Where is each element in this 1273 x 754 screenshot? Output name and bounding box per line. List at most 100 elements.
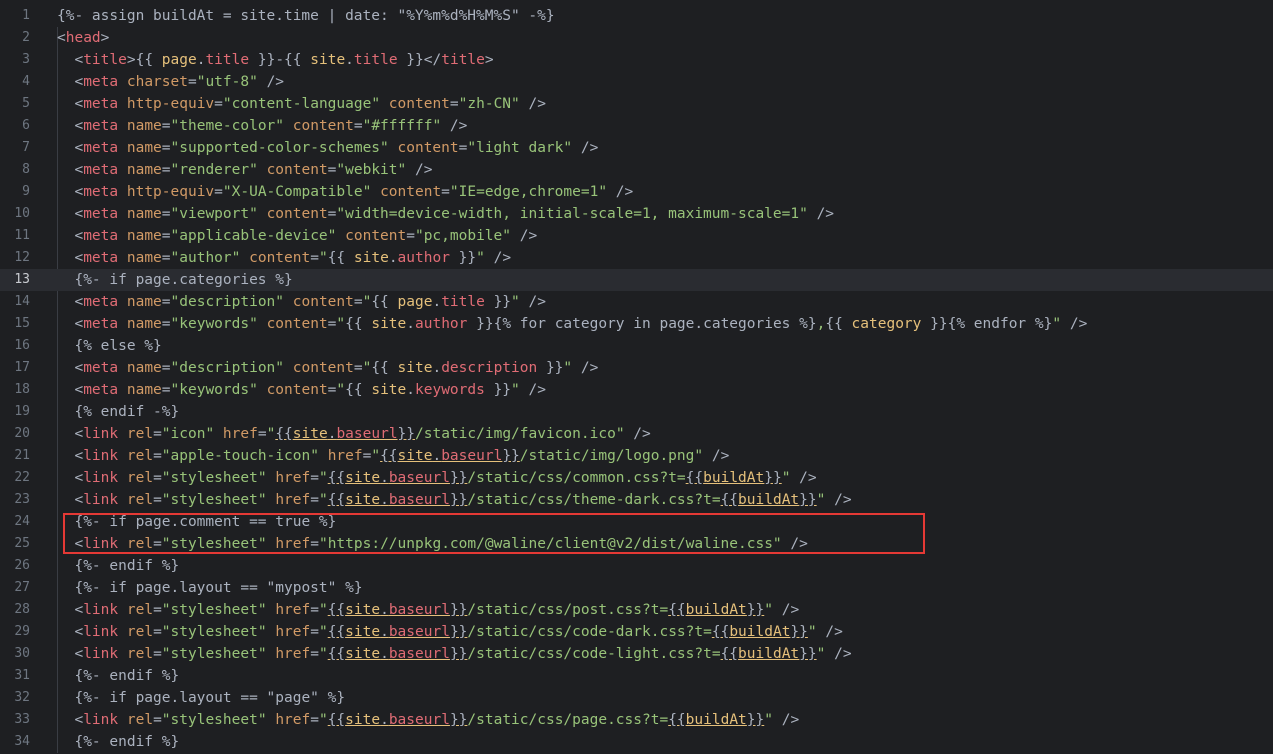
line-number: 18 xyxy=(14,382,30,397)
code-line[interactable]: 20 <link rel="icon" href="{{site.baseurl… xyxy=(0,423,1273,445)
code-text[interactable]: <link rel="stylesheet" href="{{site.base… xyxy=(57,621,842,643)
line-number: 34 xyxy=(14,734,30,749)
code-line[interactable]: 10 <meta name="viewport" content="width=… xyxy=(0,203,1273,225)
code-text[interactable]: {%- if page.layout == "mypost" %} xyxy=(57,577,362,599)
code-text[interactable]: <link rel="stylesheet" href="{{site.base… xyxy=(57,467,816,489)
code-text[interactable]: <link rel="stylesheet" href="https://unp… xyxy=(57,533,807,555)
line-number: 4 xyxy=(22,74,30,89)
code-line[interactable]: 16 {% else %} xyxy=(0,335,1273,357)
code-text[interactable]: <meta name="renderer" content="webkit" /… xyxy=(57,159,432,181)
code-text[interactable]: {% else %} xyxy=(57,335,161,357)
line-number: 14 xyxy=(14,294,30,309)
code-line[interactable]: 12 <meta name="author" content="{{ site.… xyxy=(0,247,1273,269)
code-line[interactable]: 6 <meta name="theme-color" content="#fff… xyxy=(0,115,1273,137)
line-number: 24 xyxy=(14,514,30,529)
code-line[interactable]: 17 <meta name="description" content="{{ … xyxy=(0,357,1273,379)
code-line[interactable]: 28 <link rel="stylesheet" href="{{site.b… xyxy=(0,599,1273,621)
code-text[interactable]: <link rel="stylesheet" href="{{site.base… xyxy=(57,599,799,621)
line-number: 10 xyxy=(14,206,30,221)
line-number: 21 xyxy=(14,448,30,463)
code-line[interactable]: 22 <link rel="stylesheet" href="{{site.b… xyxy=(0,467,1273,489)
line-number: 6 xyxy=(22,118,30,133)
line-number: 19 xyxy=(14,404,30,419)
code-text[interactable]: <link rel="stylesheet" href="{{site.base… xyxy=(57,709,799,731)
code-line[interactable]: 33 <link rel="stylesheet" href="{{site.b… xyxy=(0,709,1273,731)
code-text[interactable]: <head> xyxy=(57,27,109,49)
code-text[interactable]: <meta name="supported-color-schemes" con… xyxy=(57,137,598,159)
line-number: 9 xyxy=(22,184,30,199)
line-number: 29 xyxy=(14,624,30,639)
code-line[interactable]: 21 <link rel="apple-touch-icon" href="{{… xyxy=(0,445,1273,467)
code-text[interactable]: <meta name="viewport" content="width=dev… xyxy=(57,203,834,225)
line-number: 11 xyxy=(14,228,30,243)
line-number: 33 xyxy=(14,712,30,727)
code-text[interactable]: <meta name="keywords" content="{{ site.a… xyxy=(57,313,1087,335)
line-number: 32 xyxy=(14,690,30,705)
line-number: 27 xyxy=(14,580,30,595)
code-line[interactable]: 15 <meta name="keywords" content="{{ sit… xyxy=(0,313,1273,335)
code-text[interactable]: <meta name="author" content="{{ site.aut… xyxy=(57,247,511,269)
line-number: 17 xyxy=(14,360,30,375)
code-line[interactable]: 5 <meta http-equiv="content-language" co… xyxy=(0,93,1273,115)
code-line[interactable]: 19 {% endif -%} xyxy=(0,401,1273,423)
code-text[interactable]: {%- if page.layout == "page" %} xyxy=(57,687,345,709)
code-text[interactable]: <meta http-equiv="X-UA-Compatible" conte… xyxy=(57,181,633,203)
code-text[interactable]: {% endif -%} xyxy=(57,401,179,423)
code-line[interactable]: 11 <meta name="applicable-device" conten… xyxy=(0,225,1273,247)
line-number: 25 xyxy=(14,536,30,551)
code-line[interactable]: 32 {%- if page.layout == "page" %} xyxy=(0,687,1273,709)
code-line[interactable]: 23 <link rel="stylesheet" href="{{site.b… xyxy=(0,489,1273,511)
line-number: 30 xyxy=(14,646,30,661)
code-line[interactable]: 9 <meta http-equiv="X-UA-Compatible" con… xyxy=(0,181,1273,203)
code-line[interactable]: 34 {%- endif %} xyxy=(0,731,1273,753)
code-text[interactable]: <link rel="apple-touch-icon" href="{{sit… xyxy=(57,445,729,467)
line-number: 31 xyxy=(14,668,30,683)
code-line[interactable]: 7 <meta name="supported-color-schemes" c… xyxy=(0,137,1273,159)
code-text[interactable]: {%- assign buildAt = site.time | date: "… xyxy=(57,5,555,27)
code-text[interactable]: <link rel="icon" href="{{site.baseurl}}/… xyxy=(57,423,650,445)
line-number: 5 xyxy=(22,96,30,111)
line-number: 7 xyxy=(22,140,30,155)
code-text[interactable]: <title>{{ page.title }}-{{ site.title }}… xyxy=(57,49,493,71)
code-line[interactable]: 8 <meta name="renderer" content="webkit"… xyxy=(0,159,1273,181)
code-text[interactable]: <meta name="description" content="{{ pag… xyxy=(57,291,546,313)
code-text[interactable]: <meta charset="utf-8" /> xyxy=(57,71,284,93)
code-line[interactable]: 31 {%- endif %} xyxy=(0,665,1273,687)
code-text[interactable]: {%- endif %} xyxy=(57,731,179,753)
code-text[interactable]: <meta name="applicable-device" content="… xyxy=(57,225,537,247)
code-text[interactable]: {%- if page.comment == true %} xyxy=(57,511,336,533)
code-text[interactable]: <link rel="stylesheet" href="{{site.base… xyxy=(57,489,851,511)
code-line[interactable]: 29 <link rel="stylesheet" href="{{site.b… xyxy=(0,621,1273,643)
code-text[interactable]: {%- if page.categories %} xyxy=(57,269,292,291)
code-line[interactable]: 3 <title>{{ page.title }}-{{ site.title … xyxy=(0,49,1273,71)
code-line[interactable]: 13 {%- if page.categories %} xyxy=(0,269,1273,291)
line-number: 12 xyxy=(14,250,30,265)
line-number: 16 xyxy=(14,338,30,353)
code-text[interactable]: {%- endif %} xyxy=(57,665,179,687)
code-text[interactable]: <meta name="theme-color" content="#fffff… xyxy=(57,115,467,137)
code-line[interactable]: 1 {%- assign buildAt = site.time | date: … xyxy=(0,5,1273,27)
line-number: 20 xyxy=(14,426,30,441)
code-line[interactable]: 18 <meta name="keywords" content="{{ sit… xyxy=(0,379,1273,401)
code-line[interactable]: 4 <meta charset="utf-8" /> xyxy=(0,71,1273,93)
line-number: 15 xyxy=(14,316,30,331)
code-line[interactable]: 2 <head> xyxy=(0,27,1273,49)
code-line[interactable]: 25 <link rel="stylesheet" href="https://… xyxy=(0,533,1273,555)
code-editor[interactable]: 1 {%- assign buildAt = site.time | date: … xyxy=(0,0,1273,754)
code-line[interactable]: 14 <meta name="description" content="{{ … xyxy=(0,291,1273,313)
code-text[interactable]: <link rel="stylesheet" href="{{site.base… xyxy=(57,643,851,665)
code-line[interactable]: 30 <link rel="stylesheet" href="{{site.b… xyxy=(0,643,1273,665)
code-text[interactable]: <meta name="keywords" content="{{ site.k… xyxy=(57,379,546,401)
code-line[interactable]: 27 {%- if page.layout == "mypost" %} xyxy=(0,577,1273,599)
code-lines[interactable]: 1 {%- assign buildAt = site.time | date: … xyxy=(0,5,1273,753)
code-line[interactable]: 26 {%- endif %} xyxy=(0,555,1273,577)
line-number: 3 xyxy=(22,52,30,67)
line-number: 26 xyxy=(14,558,30,573)
code-text[interactable]: <meta http-equiv="content-language" cont… xyxy=(57,93,546,115)
code-text[interactable]: <meta name="description" content="{{ sit… xyxy=(57,357,598,379)
code-line[interactable]: 24 {%- if page.comment == true %} xyxy=(0,511,1273,533)
line-number: 23 xyxy=(14,492,30,507)
line-number: 2 xyxy=(22,30,30,45)
line-number: 13 xyxy=(14,272,30,287)
code-text[interactable]: {%- endif %} xyxy=(57,555,179,577)
